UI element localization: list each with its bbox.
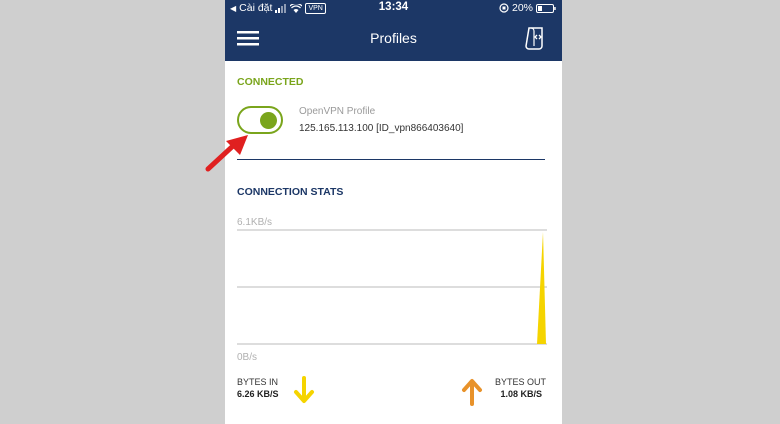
bytes-in-value: 6.26 KB/S bbox=[237, 389, 279, 399]
profile-address[interactable]: 125.165.113.100 [ID_vpn866403640] bbox=[299, 123, 463, 134]
traffic-chart: 6.1KB/s 0B/s bbox=[237, 212, 547, 363]
toggle-knob bbox=[260, 112, 277, 129]
page-title: Profiles bbox=[370, 30, 417, 46]
status-bar: ◀ Cài đặt VPN 13:34 20% bbox=[225, 0, 562, 17]
arrow-up-icon bbox=[462, 379, 482, 406]
bytes-out-value: 1.08 KB/S bbox=[500, 389, 542, 399]
chart-max-label: 6.1KB/s bbox=[237, 217, 272, 228]
connection-status: CONNECTED bbox=[237, 76, 304, 88]
import-profile-icon[interactable] bbox=[525, 26, 547, 52]
battery-percent: 20% bbox=[511, 2, 533, 14]
bytes-out-label: BYTES OUT bbox=[494, 377, 546, 387]
stats-title: CONNECTION STATS bbox=[237, 186, 344, 198]
profile-divider bbox=[237, 159, 545, 160]
orientation-lock-icon bbox=[499, 3, 509, 13]
traffic-chart-svg: 6.1KB/s 0B/s bbox=[237, 217, 547, 363]
profile-name[interactable]: OpenVPN Profile bbox=[299, 106, 375, 117]
arrow-down-icon bbox=[294, 376, 314, 403]
chart-min-label: 0B/s bbox=[237, 352, 257, 362]
app-header: Profiles bbox=[225, 17, 562, 61]
bytes-in-spike bbox=[537, 232, 546, 344]
phone-screen: ◀ Cài đặt VPN 13:34 20% Profiles CONNECT… bbox=[225, 0, 562, 424]
annotation-arrow-icon bbox=[205, 135, 248, 172]
status-right: 20% bbox=[499, 2, 556, 14]
connection-toggle[interactable] bbox=[237, 106, 283, 134]
bytes-in-label: BYTES IN bbox=[237, 377, 279, 387]
battery-icon bbox=[536, 3, 556, 13]
